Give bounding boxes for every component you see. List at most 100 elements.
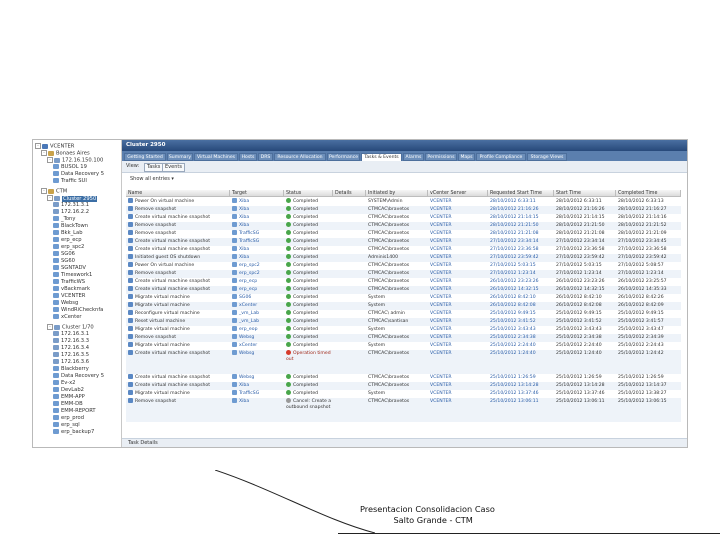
column-header[interactable]: Initiated by [366,190,428,197]
tree-item[interactable]: DevLab2 [53,387,84,394]
table-row[interactable]: Remove snapshot Xiba Completed CTMCAC\brave… [126,206,681,214]
column-header[interactable]: Status [284,190,333,197]
tree-expander-icon[interactable]: - [47,195,53,201]
tree-item[interactable]: erp_spc2 [53,244,84,251]
table-row[interactable]: Create virtual machine snapshot Websg Comp… [126,374,681,382]
show-entries-dropdown[interactable]: Show all entries ▾ [130,176,174,182]
table-row[interactable]: Initiated guest OS shutdown Xiba Completed… [126,254,681,262]
tree-item[interactable]: - Cluster 1/70 [47,324,94,331]
tree-item[interactable]: Traffic SUI [53,178,87,185]
tree-item[interactable]: EMM-REPORT [53,408,96,415]
table-row[interactable]: Create virtual machine snapshot Xiba Compl… [126,246,681,254]
tree-expander-icon[interactable]: - [41,188,47,194]
table-row[interactable]: Reset virtual machine _vm_Lab Completed CTM… [126,318,681,326]
tab-item[interactable]: DRS [258,153,273,161]
tree-item[interactable]: Ev-x2 [53,380,75,387]
table-row[interactable]: Migrate virtual machine xCenter Completed S… [126,342,681,350]
table-row[interactable]: Migrate virtual machine xCenter Completed S… [126,302,681,310]
table-row[interactable]: Create virtual machine snapshot TrafficSG… [126,238,681,246]
table-row[interactable]: Create virtual machine snapshot Xiba Compl… [126,214,681,222]
table-row[interactable]: Create virtual machine snapshot Websg Oper… [126,350,681,374]
tree-item[interactable]: Bkk_Lab [53,230,83,237]
tree-item[interactable]: WindRiChecknfa [53,307,103,314]
tree-item[interactable]: 172.16.3.3 [53,338,89,345]
tab-item[interactable]: Tasks & Events [361,153,402,161]
tab-item[interactable]: Virtual Machines [194,153,238,161]
tree-item[interactable]: vBackmark [53,286,90,293]
tree-item[interactable]: erp_ecp [53,237,82,244]
tab-item[interactable]: Summary [167,153,193,161]
tab-item[interactable]: Performance [327,153,360,161]
table-row[interactable]: Create virtual machine snapshot erp_ecp Co… [126,286,681,294]
tree-item[interactable]: - 172.16.150.100 [47,157,103,164]
table-row[interactable]: Create virtual machine snapshot Xiba Compl… [126,382,681,390]
cell-status: Completed [286,214,332,222]
table-row[interactable]: Migrate virtual machine erp_eop Completed S… [126,326,681,334]
tree-item[interactable]: erp_prod [53,415,84,422]
events-button[interactable]: Events [162,163,185,172]
tab-item[interactable]: Maps [458,153,475,161]
tree-item[interactable]: Websg [53,300,78,307]
tab-item[interactable]: Hosts [239,153,257,161]
table-row[interactable]: Remove snapshot TrafficSG Completed CTMCAC\… [126,230,681,238]
tree-item[interactable]: SG06 [53,251,75,258]
tree-item[interactable]: 172.16.2.2 [53,209,89,216]
table-row[interactable]: Power On virtual machine Xiba Completed SYS… [126,198,681,206]
tab-item[interactable]: Resource Allocation [274,153,326,161]
table-row[interactable]: Reconfigure virtual machine _vm_Lab Comple… [126,310,681,318]
tree-item[interactable]: Blackberry [53,366,89,373]
tasks-button[interactable]: Tasks [144,163,164,172]
tab-item[interactable]: Getting Started [124,153,166,161]
column-header[interactable]: Start Time [554,190,616,197]
tree-expander-icon[interactable]: - [35,143,41,149]
tree-item[interactable]: - VCENTER [35,143,74,150]
tree-item[interactable]: Timeswork1 [53,272,92,279]
tree-item[interactable]: _Tony [53,216,75,223]
column-header[interactable]: vCenter Server [428,190,488,197]
tree-item[interactable]: SGNTADV [53,265,86,272]
tree-item[interactable]: - Bonaes Aires [41,150,90,157]
table-row[interactable]: Remove snapshot Xiba Cancel: Create a outb… [126,398,681,422]
tree-expander-icon[interactable]: - [41,150,47,156]
tree-item[interactable]: Data Recovery 5 [53,171,104,178]
tree-item[interactable]: - Cluster 2950 [47,195,98,202]
tree-item[interactable]: BUSOL 19 [53,164,87,171]
tree-item[interactable]: xCenter [53,314,82,321]
tree-item[interactable]: VCENTER [53,293,85,300]
table-row[interactable]: Remove snapshot Xiba Completed CTMCAC\brave… [126,222,681,230]
tree-item[interactable]: 172.16.3.4 [53,345,89,352]
tree-item[interactable]: Data Recovery 5 [53,373,104,380]
task-details-bar[interactable]: Task Details [122,438,687,447]
tree-item[interactable]: 172.16.3.6 [53,359,89,366]
table-row[interactable]: Migrate virtual machine SG06 Completed Syst… [126,294,681,302]
table-row[interactable]: Power On virtual machine erp_spc2 Complete… [126,262,681,270]
column-header[interactable]: Requested Start Time [488,190,554,197]
tree-item[interactable]: 172.31.3.1 [53,202,89,209]
tab-item[interactable]: Alarms [403,153,424,161]
table-row[interactable]: Migrate virtual machine TrafficSG Complete… [126,390,681,398]
tree-item-label: EMM-DB [61,401,83,407]
table-row[interactable]: Create virtual machine snapshot erp_ecp Co… [126,278,681,286]
tree-item[interactable]: EMM-APP [53,394,85,401]
table-row[interactable]: Remove snapshot Websg Completed CTMCAC\brav… [126,334,681,342]
table-row[interactable]: Remove snapshot erp_spc2 Completed CTMCAC\b… [126,270,681,278]
column-header[interactable]: Completed Time [616,190,681,197]
column-header[interactable]: Name [126,190,230,197]
tree-item[interactable]: TrafficWS [53,279,85,286]
cell-start: 27/10/2012 23:36:58 [556,246,615,254]
tree-expander-icon[interactable]: - [47,324,53,330]
tree-item[interactable]: BlackTown [53,223,88,230]
tab-item[interactable]: Permissions [425,153,457,161]
tree-item[interactable]: SG60 [53,258,75,265]
tree-item[interactable]: EMM-DB [53,401,83,408]
tree-item[interactable]: erp_backup7 [53,429,94,436]
tree-item[interactable]: 172.16.3.5 [53,352,89,359]
tree-item[interactable]: 172.16.3.1 [53,331,89,338]
column-header[interactable]: Details [333,190,366,197]
tree-expander-icon[interactable]: - [47,157,53,163]
tree-item[interactable]: - CTM [41,188,67,195]
tree-item[interactable]: erp_sql [53,422,80,429]
column-header[interactable]: Target [230,190,284,197]
tab-item[interactable]: Profile Compliance [476,153,526,161]
tab-item[interactable]: Storage Views [527,153,567,161]
